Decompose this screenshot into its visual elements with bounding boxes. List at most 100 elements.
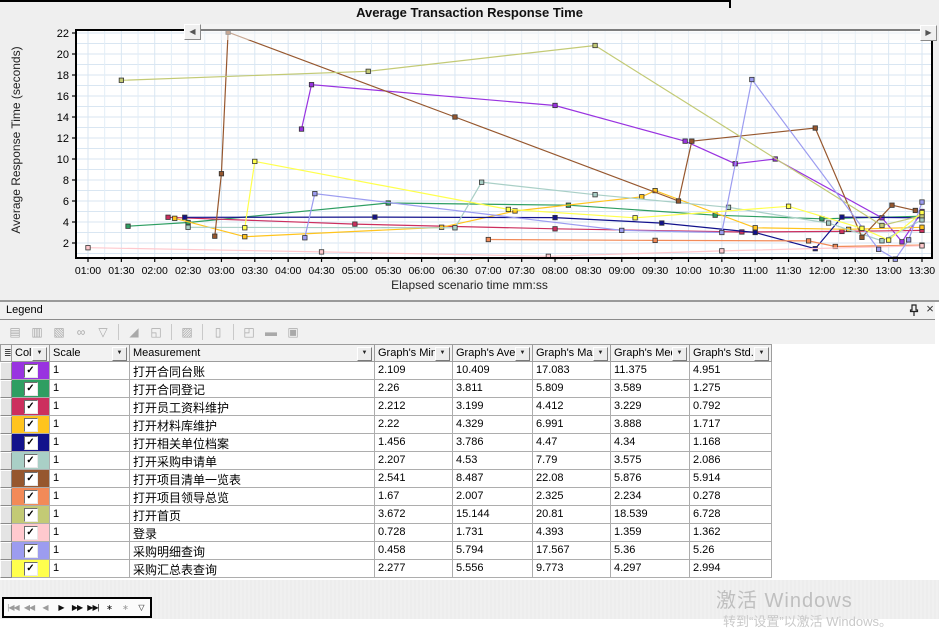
measurement-cell[interactable]: 打开项目领导总览 <box>130 488 375 506</box>
measurement-checkbox[interactable]: ✓ <box>24 490 38 504</box>
column-dropdown-icon[interactable]: ▼ <box>32 347 47 361</box>
measurement-cell[interactable]: 打开相关单位档案 <box>130 434 375 452</box>
color-swatch[interactable]: ✓ <box>12 470 50 488</box>
prior-page-icon[interactable]: ◀◀ <box>21 600 37 615</box>
row-selector[interactable] <box>0 362 12 380</box>
measurement-checkbox[interactable]: ✓ <box>24 454 38 468</box>
column-header-min[interactable]: Graph's Mini▼ <box>375 344 453 362</box>
row-selector[interactable] <box>0 452 12 470</box>
column-dropdown-icon[interactable]: ▼ <box>357 347 372 361</box>
hide-measurements-icon[interactable]: ▥ <box>27 323 47 341</box>
scale-cell[interactable]: 1 <box>50 362 130 380</box>
scale-cell[interactable]: 1 <box>50 488 130 506</box>
last-record-icon[interactable]: ▶▶| <box>85 600 101 615</box>
column-dropdown-icon[interactable]: ▼ <box>593 347 608 361</box>
scale-cell[interactable]: 1 <box>50 560 130 578</box>
row-selector[interactable] <box>0 398 12 416</box>
measurement-checkbox[interactable]: ✓ <box>24 364 38 378</box>
filter-records-icon[interactable]: ▽ <box>133 600 149 615</box>
column-header-max[interactable]: Graph's Max▼ <box>533 344 611 362</box>
scale-cell[interactable]: 1 <box>50 470 130 488</box>
measurement-cell[interactable]: 采购汇总表查询 <box>130 560 375 578</box>
column-header-med[interactable]: Graph's Med▼ <box>611 344 690 362</box>
color-swatch[interactable]: ✓ <box>12 452 50 470</box>
first-record-icon[interactable]: |◀◀ <box>5 600 21 615</box>
scale-cell[interactable]: 1 <box>50 380 130 398</box>
scale-cell[interactable]: 1 <box>50 398 130 416</box>
row-selector[interactable] <box>0 524 12 542</box>
measurement-cell[interactable]: 打开材料库维护 <box>130 416 375 434</box>
column-dropdown-icon[interactable]: ▼ <box>515 347 530 361</box>
column-header-std[interactable]: Graph's Std.▼ <box>690 344 772 362</box>
filter-measurements-icon[interactable]: ▽ <box>93 323 113 341</box>
color-swatch[interactable]: ✓ <box>12 398 50 416</box>
column-dropdown-icon[interactable]: ▼ <box>112 347 127 361</box>
scale-cell[interactable]: 1 <box>50 524 130 542</box>
row-selector[interactable] <box>0 416 12 434</box>
measurement-checkbox[interactable]: ✓ <box>24 562 38 576</box>
measurement-cell[interactable]: 打开员工资料维护 <box>130 398 375 416</box>
paste-values-icon[interactable]: ▬ <box>261 323 281 341</box>
row-selector[interactable] <box>0 506 12 524</box>
row-selector[interactable] <box>0 434 12 452</box>
column-header-col[interactable]: Col▼ <box>12 344 50 362</box>
column-dropdown-icon[interactable]: ▼ <box>435 347 450 361</box>
column-dropdown-icon[interactable]: ▼ <box>754 347 769 361</box>
measurement-checkbox[interactable]: ✓ <box>24 400 38 414</box>
next-record-icon[interactable]: ▶ <box>53 600 69 615</box>
row-selector[interactable] <box>0 542 12 560</box>
response-time-plot[interactable]: 22201816141210864201:0001:3002:0002:3003… <box>0 0 939 278</box>
sort-ascending-icon[interactable]: ◢ <box>124 323 144 341</box>
measurement-checkbox[interactable]: ✓ <box>24 418 38 432</box>
close-icon[interactable]: × <box>924 302 936 316</box>
copy-values-icon[interactable]: ◰ <box>239 323 259 341</box>
scale-cell[interactable]: 1 <box>50 542 130 560</box>
measurement-checkbox[interactable]: ✓ <box>24 382 38 396</box>
scale-cell[interactable]: 1 <box>50 416 130 434</box>
show-measurements-icon[interactable]: ▤ <box>5 323 25 341</box>
refresh-record-icon[interactable]: ∗ <box>117 600 133 615</box>
measurement-cell[interactable]: 打开首页 <box>130 506 375 524</box>
horizontal-scrollbar-track[interactable] <box>199 24 920 40</box>
color-swatch[interactable]: ✓ <box>12 380 50 398</box>
measurement-cell[interactable]: 打开合同台账 <box>130 362 375 380</box>
save-template-icon[interactable]: ◱ <box>146 323 166 341</box>
measurement-checkbox[interactable]: ✓ <box>24 508 38 522</box>
prior-record-icon[interactable]: ◀ <box>37 600 53 615</box>
row-selector[interactable] <box>0 470 12 488</box>
column-dropdown-icon[interactable]: ▼ <box>672 347 687 361</box>
measurement-cell[interactable]: 打开合同登记 <box>130 380 375 398</box>
row-selector[interactable] <box>0 560 12 578</box>
view-description-icon[interactable]: ∞ <box>71 323 91 341</box>
row-selector[interactable] <box>0 380 12 398</box>
measurement-checkbox[interactable]: ✓ <box>24 436 38 450</box>
column-header-avg[interactable]: Graph's Ave▼ <box>453 344 533 362</box>
color-swatch[interactable]: ✓ <box>12 488 50 506</box>
color-swatch[interactable]: ✓ <box>12 542 50 560</box>
measurement-checkbox[interactable]: ✓ <box>24 544 38 558</box>
measurement-cell[interactable]: 登录 <box>130 524 375 542</box>
color-swatch[interactable]: ✓ <box>12 506 50 524</box>
columns-icon[interactable]: ▯ <box>208 323 228 341</box>
column-header-scale[interactable]: Scale▼ <box>50 344 130 362</box>
column-header-measurement[interactable]: Measurement▼ <box>130 344 375 362</box>
scale-cell[interactable]: 1 <box>50 434 130 452</box>
row-selector[interactable] <box>0 488 12 506</box>
scroll-left-icon[interactable]: ◀ <box>184 24 201 40</box>
insert-record-icon[interactable]: ∗ <box>101 600 117 615</box>
color-swatch[interactable]: ✓ <box>12 560 50 578</box>
color-swatch[interactable]: ✓ <box>12 416 50 434</box>
measurement-checkbox[interactable]: ✓ <box>24 472 38 486</box>
color-swatch[interactable]: ✓ <box>12 362 50 380</box>
export-legend-icon[interactable]: ▣ <box>283 323 303 341</box>
edit-scale-icon[interactable]: ▨ <box>177 323 197 341</box>
next-page-icon[interactable]: ▶▶ <box>69 600 85 615</box>
pin-icon[interactable] <box>908 304 920 317</box>
color-swatch[interactable]: ✓ <box>12 524 50 542</box>
row-menu-icon[interactable]: ≣ <box>4 348 12 358</box>
color-swatch[interactable]: ✓ <box>12 434 50 452</box>
scroll-right-icon[interactable]: ▶ <box>920 25 937 41</box>
scale-cell[interactable]: 1 <box>50 506 130 524</box>
scale-cell[interactable]: 1 <box>50 452 130 470</box>
configure-measurements-icon[interactable]: ▧ <box>49 323 69 341</box>
